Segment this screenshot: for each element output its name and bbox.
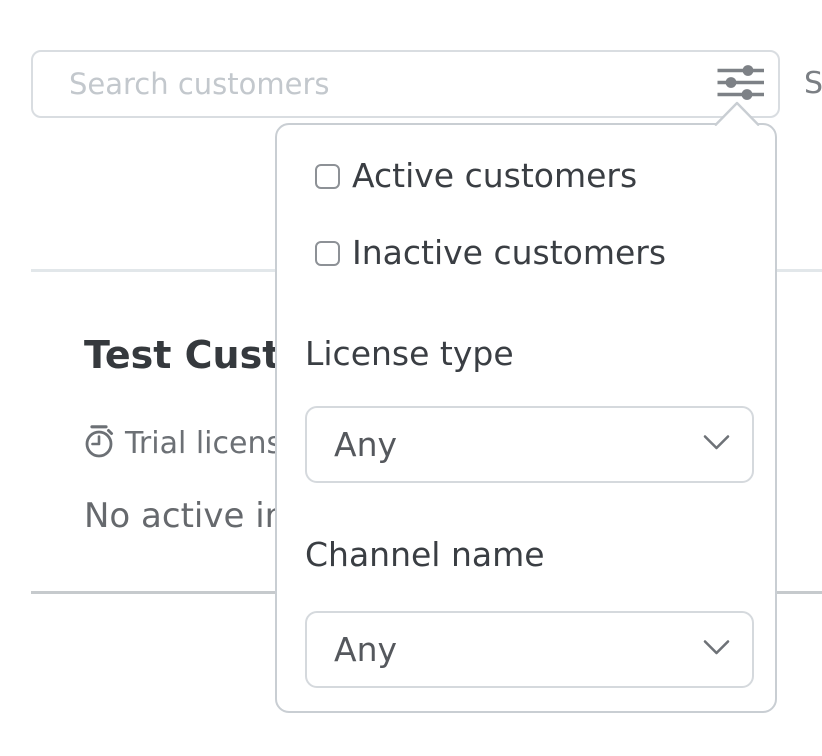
- edge-clipped-text: S: [804, 66, 822, 101]
- inactive-customers-option[interactable]: Inactive customers: [315, 238, 666, 268]
- license-type-value: Any: [334, 425, 703, 464]
- license-type-select[interactable]: Any: [305, 406, 754, 483]
- search-box: [31, 50, 780, 118]
- chevron-down-icon: [703, 434, 730, 455]
- popover-caret-icon: [714, 100, 760, 130]
- filter-popover: Active customers Inactive customers Lice…: [275, 123, 777, 713]
- active-customers-option[interactable]: Active customers: [315, 161, 637, 191]
- customer-license-text: Trial licens: [125, 426, 282, 461]
- customer-status-text: No active in: [84, 496, 286, 536]
- active-customers-checkbox[interactable]: [315, 164, 340, 189]
- customer-title: Test Cust: [84, 333, 280, 377]
- active-customers-label[interactable]: Active customers: [352, 161, 637, 191]
- search-input[interactable]: [33, 52, 693, 116]
- customer-license-row: Trial licens: [82, 424, 282, 462]
- channel-name-value: Any: [334, 630, 703, 669]
- license-type-label: License type: [305, 334, 514, 373]
- inactive-customers-label[interactable]: Inactive customers: [352, 238, 666, 268]
- chevron-down-icon: [703, 639, 730, 660]
- inactive-customers-checkbox[interactable]: [315, 241, 340, 266]
- channel-name-label: Channel name: [305, 535, 545, 574]
- timer-icon: [82, 424, 116, 462]
- filter-sliders-icon: [717, 65, 765, 104]
- channel-name-select[interactable]: Any: [305, 611, 754, 688]
